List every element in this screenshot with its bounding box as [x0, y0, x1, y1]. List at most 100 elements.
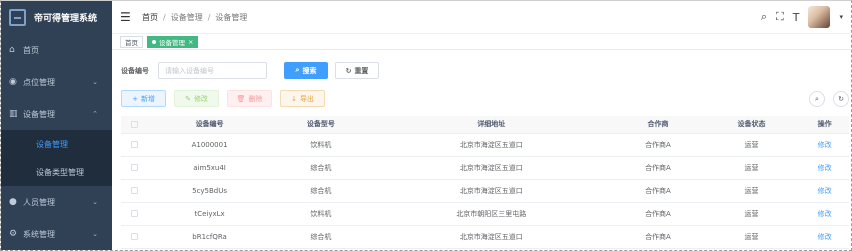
main-content: 设备编号 请输入设备编号 ⌕ 搜索 ↻ 重置 + 新增 ✎ 修改 🗑 删除 ↓ 导出 ⌕ ↻… [112, 50, 851, 250]
refresh-icon: ↻ [345, 66, 352, 75]
caret-down-icon[interactable]: ▾ [839, 13, 843, 21]
device-code-input[interactable]: 请输入设备编号 [158, 62, 267, 79]
cell-partner: 合作商A [613, 202, 703, 226]
column-header-type: 设备型号 [272, 116, 370, 134]
close-icon[interactable]: × [188, 38, 193, 46]
table-row: 5cy5BdUs 综合机 北京市海淀区五道口 合作商A 运营 修改 [121, 179, 849, 203]
cell-type: 综合机 [272, 179, 370, 203]
search-toggle-icon[interactable]: ⌕ [809, 91, 825, 107]
cell-type: 饮料机 [272, 202, 370, 226]
sidebar-item-device[interactable]: ▥ 设备管理 ⌃ [1, 98, 112, 130]
cell-code: bR1cfQRa [147, 225, 273, 249]
sidebar-item-system[interactable]: ⚙ 系统管理 ⌄ [1, 218, 112, 250]
action-toolbar: + 新增 ✎ 修改 🗑 删除 ↓ 导出 [121, 90, 325, 107]
cell-type: 综合机 [272, 225, 370, 249]
menu-toggle-icon[interactable]: ☰ [120, 10, 142, 24]
cell-code: 5cy5BdUs [147, 179, 273, 203]
cell-status: 运营 [702, 156, 801, 180]
sidebar: 帝可得管理系统 ⌂ 首页 ◉ 点位管理 ⌄ ▥ 设备管理 ⌃ 设备管理 设备类型管理 ● 人… [1, 1, 112, 250]
search-label: 设备编号 [121, 66, 149, 75]
tab-home[interactable]: 首页 [120, 35, 143, 48]
breadcrumb-home[interactable]: 首页 [142, 12, 158, 23]
app-logo[interactable]: 帝可得管理系统 [1, 1, 112, 34]
column-header-address: 详细地址 [369, 116, 614, 134]
topbar: ☰ 首页 / 设备管理 / 设备管理 ⌕ ⛶ T ▾ [112, 1, 851, 34]
sidebar-subitem-device[interactable]: 设备管理 [1, 130, 112, 158]
row-checkbox[interactable] [121, 156, 147, 180]
cell-partner: 合作商A [613, 225, 703, 249]
edit-button[interactable]: ✎ 修改 [174, 90, 219, 107]
chevron-down-icon: ⌄ [92, 230, 98, 238]
reset-button[interactable]: ↻ 重置 [335, 62, 379, 79]
row-checkbox[interactable] [121, 202, 147, 226]
cell-code: aim5xu4I [147, 156, 273, 180]
tab-device-management[interactable]: 设备管理 × [147, 35, 199, 48]
device-icon: ▥ [9, 109, 18, 119]
row-checkbox[interactable] [121, 133, 147, 157]
cell-address: 北京市海淀区五道口 [369, 133, 614, 157]
location-icon: ◉ [9, 77, 17, 87]
breadcrumb-separator: / [163, 12, 166, 22]
delete-button[interactable]: 🗑 删除 [227, 90, 272, 107]
checkbox-icon [130, 120, 138, 128]
sidebar-menu: ⌂ 首页 ◉ 点位管理 ⌄ ▥ 设备管理 ⌃ 设备管理 设备类型管理 ● 人员管理 ⌄ ⚙ 系统… [1, 34, 112, 250]
edit-link[interactable]: 修改 [800, 156, 849, 180]
edit-link[interactable]: 修改 [800, 202, 849, 226]
sidebar-item-location[interactable]: ◉ 点位管理 ⌄ [1, 66, 112, 98]
cell-status: 运营 [702, 225, 801, 249]
column-header-partner: 合作商 [613, 116, 703, 134]
table-header-row: 设备编号 设备型号 详细地址 合作商 设备状态 操作 [121, 116, 849, 134]
font-size-icon[interactable]: T [793, 11, 800, 24]
sidebar-item-home[interactable]: ⌂ 首页 [1, 34, 112, 66]
edit-link[interactable]: 修改 [800, 225, 849, 249]
cell-code: tCeiyxLx [147, 202, 273, 226]
cell-address: 北京市海淀区五道口 [369, 179, 614, 203]
active-dot-icon [152, 39, 156, 44]
refresh-icon[interactable]: ↻ [833, 91, 849, 107]
add-button[interactable]: + 新增 [121, 90, 166, 107]
select-all-checkbox[interactable] [121, 116, 147, 134]
export-button[interactable]: ↓ 导出 [280, 90, 325, 107]
cell-status: 运营 [702, 133, 801, 157]
dashboard-icon: ⌂ [9, 45, 15, 55]
user-icon: ● [9, 197, 17, 207]
cell-code: A1000001 [147, 133, 273, 157]
fullscreen-icon[interactable]: ⛶ [776, 10, 784, 24]
checkbox-icon [130, 141, 138, 148]
table-row: A1000001 饮料机 北京市海淀区五道口 合作商A 运营 修改 [121, 133, 849, 157]
cell-type: 饮料机 [272, 133, 370, 157]
chevron-down-icon: ⌄ [92, 78, 98, 86]
breadcrumb-device-management: 设备管理 [170, 12, 203, 22]
search-icon: ⌕ [295, 66, 300, 74]
search-form: 设备编号 请输入设备编号 ⌕ 搜索 ↻ 重置 [121, 62, 379, 79]
cell-partner: 合作商A [613, 133, 703, 157]
row-checkbox[interactable] [121, 225, 147, 249]
column-header-status: 设备状态 [702, 116, 801, 134]
cell-partner: 合作商A [613, 179, 703, 203]
app-title: 帝可得管理系统 [34, 14, 98, 24]
row-checkbox[interactable] [121, 179, 147, 203]
cell-partner: 合作商A [613, 156, 703, 180]
search-button[interactable]: ⌕ 搜索 [284, 62, 328, 79]
device-table: 设备编号 设备型号 详细地址 合作商 设备状态 操作 A1000001 饮料机 … [121, 116, 849, 249]
tags-view: 首页 设备管理 × [112, 34, 851, 50]
column-header-code: 设备编号 [147, 116, 273, 134]
cell-status: 运营 [702, 202, 801, 226]
sidebar-subitem-device-type[interactable]: 设备类型管理 [1, 158, 112, 186]
breadcrumb-current: 设备管理 [215, 12, 248, 22]
sidebar-item-user[interactable]: ● 人员管理 ⌄ [1, 186, 112, 218]
table-row: tCeiyxLx 饮料机 北京市朝阳区三里屯路 合作商A 运营 修改 [121, 202, 849, 226]
plus-icon: + [132, 94, 138, 103]
sidebar-submenu: 设备管理 设备类型管理 [1, 130, 112, 186]
cell-address: 北京市海淀区五道口 [369, 225, 614, 249]
search-icon[interactable]: ⌕ [761, 10, 767, 24]
cell-address: 北京市朝阳区三里屯路 [369, 202, 614, 226]
table-row: bR1cfQRa 综合机 北京市海淀区五道口 合作商A 运营 修改 [121, 225, 849, 249]
edit-link[interactable]: 修改 [800, 179, 849, 203]
table-row: aim5xu4I 综合机 北京市海淀区五道口 合作商A 运营 修改 [121, 156, 849, 180]
checkbox-icon [130, 187, 138, 194]
column-header-actions: 操作 [800, 116, 849, 134]
avatar[interactable] [808, 6, 831, 28]
table-tools: ⌕ ↻ [809, 91, 849, 107]
edit-link[interactable]: 修改 [800, 133, 849, 157]
